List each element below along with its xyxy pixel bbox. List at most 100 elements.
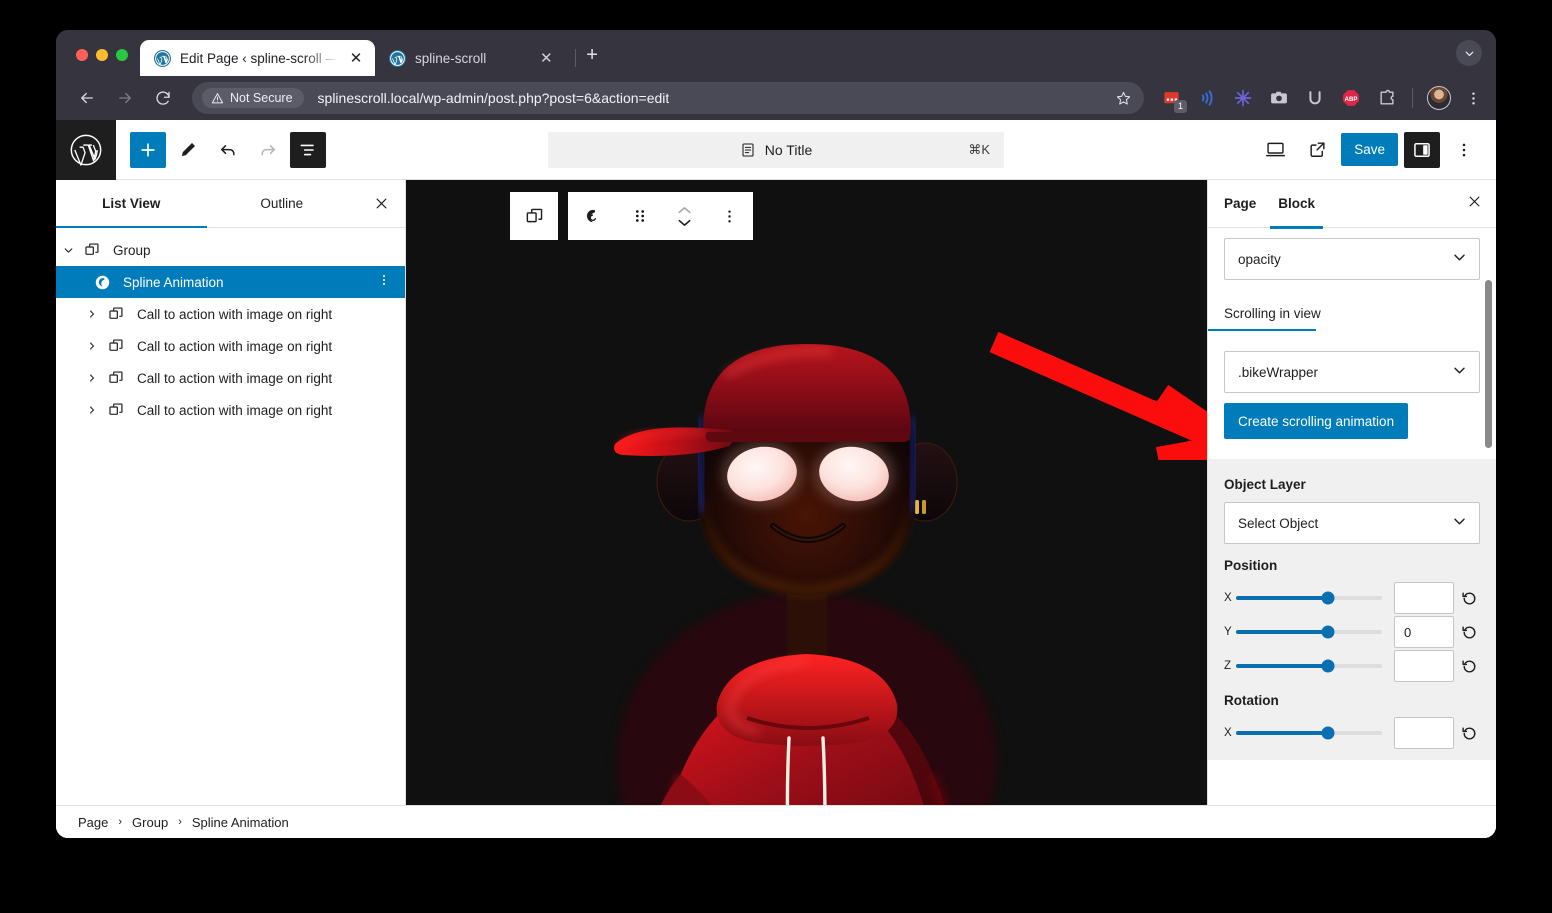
undo-icon[interactable]	[210, 132, 246, 168]
object-select[interactable]: Select Object	[1224, 502, 1480, 544]
list-item[interactable]: Call to action with image on right	[56, 330, 405, 362]
kebab-menu-icon[interactable]	[705, 192, 753, 240]
list-item-spline-animation[interactable]: Spline Animation	[56, 266, 405, 298]
spline-3d-character[interactable]	[406, 180, 1207, 838]
wordpress-logo[interactable]	[56, 119, 116, 180]
reset-icon[interactable]	[1454, 658, 1484, 675]
position-x-input[interactable]	[1394, 582, 1454, 614]
create-scrolling-animation-button[interactable]: Create scrolling animation	[1224, 403, 1409, 439]
list-item[interactable]: Call to action with image on right	[56, 394, 405, 426]
list-item[interactable]: Call to action with image on right	[56, 298, 405, 330]
tab-list-view[interactable]: List View	[56, 180, 207, 228]
editor-header: No Title ⌘K Save	[56, 119, 1496, 180]
wordpress-icon	[389, 49, 406, 67]
red-extension-icon[interactable]: 1	[1160, 87, 1187, 113]
position-z-input[interactable]	[1394, 650, 1454, 682]
breadcrumb-item-page[interactable]: Page	[78, 815, 108, 830]
svg-text:ABP: ABP	[1345, 96, 1358, 103]
list-item-label: Call to action with image on right	[137, 306, 333, 322]
reset-icon[interactable]	[1454, 624, 1484, 641]
position-title: Position	[1224, 558, 1278, 573]
drag-handle-icon[interactable]	[616, 192, 664, 240]
minimize-window-button[interactable]	[96, 49, 108, 61]
reset-icon[interactable]	[1454, 590, 1484, 607]
tab-outline[interactable]: Outline	[207, 180, 358, 227]
signal-extension-icon[interactable]	[1196, 87, 1218, 109]
rotation-x-slider[interactable]	[1236, 726, 1382, 740]
reload-button[interactable]	[148, 83, 178, 113]
reset-icon[interactable]	[1454, 725, 1484, 742]
document-title-bar[interactable]: No Title ⌘K	[548, 132, 1004, 168]
select-parent-group-icon[interactable]	[510, 192, 558, 240]
breadcrumb: Page › Group › Spline Animation	[56, 805, 1496, 838]
group-block-icon	[104, 370, 128, 386]
security-status-badge[interactable]: Not Secure	[202, 88, 304, 108]
chevron-up-icon[interactable]	[677, 206, 692, 215]
close-tab-button[interactable]: ✕	[347, 49, 365, 67]
settings-sidebar-icon[interactable]	[1404, 131, 1440, 168]
target-select[interactable]: .bikeWrapper	[1224, 351, 1480, 393]
save-button[interactable]: Save	[1341, 133, 1398, 166]
settings-scrollbar[interactable]	[1485, 280, 1492, 448]
list-item[interactable]: Group	[56, 234, 405, 266]
chevron-down-icon[interactable]	[56, 245, 80, 256]
avatar[interactable]	[1427, 86, 1451, 110]
puzzle-extensions-icon[interactable]	[1376, 87, 1398, 109]
url-omnibox[interactable]: Not Secure splinescroll.local/wp-admin/p…	[192, 82, 1144, 114]
editor-left-toolbar	[116, 131, 326, 168]
camera-extension-icon[interactable]	[1268, 87, 1290, 109]
move-block-stepper[interactable]	[664, 192, 704, 240]
group-block-icon	[80, 242, 104, 258]
position-z-row: Z	[1208, 649, 1496, 683]
close-list-view-button[interactable]	[357, 180, 405, 227]
kebab-menu-icon[interactable]	[1465, 90, 1482, 107]
kebab-menu-icon[interactable]	[377, 273, 397, 291]
asterisk-extension-icon[interactable]	[1232, 87, 1254, 109]
desktop-preview-icon[interactable]	[1257, 132, 1293, 168]
forward-button[interactable]	[110, 83, 140, 113]
settings-scroll-area[interactable]: opacity Scrolling in view .bikeWrapper C…	[1208, 228, 1496, 838]
back-button[interactable]	[72, 83, 102, 113]
chevron-right-icon[interactable]	[80, 405, 104, 415]
maximize-window-button[interactable]	[116, 49, 128, 61]
breadcrumb-item-group[interactable]: Group	[132, 815, 168, 830]
property-select[interactable]: opacity	[1224, 238, 1480, 280]
settings-tabs: Page Block	[1208, 180, 1496, 229]
tab-page[interactable]: Page	[1224, 180, 1256, 228]
browser-tab-strip: Edit Page ‹ spline-scroll — Wo ✕ spline-…	[56, 30, 1496, 76]
browser-tab-1[interactable]: spline-scroll ✕	[375, 40, 565, 76]
star-icon[interactable]	[1105, 90, 1132, 107]
axis-label: X	[1224, 592, 1232, 604]
chevron-right-icon[interactable]	[80, 373, 104, 383]
chevron-right-icon[interactable]	[80, 341, 104, 351]
tab-block[interactable]: Block	[1270, 180, 1323, 229]
abp-extension-icon[interactable]: ABP	[1340, 87, 1362, 109]
redo-icon[interactable]	[250, 132, 286, 168]
external-link-icon[interactable]	[1299, 132, 1335, 168]
position-y-input[interactable]: 0	[1394, 616, 1454, 648]
position-z-slider[interactable]	[1236, 659, 1382, 673]
editor-canvas[interactable]	[406, 180, 1207, 838]
spline-block-icon[interactable]	[568, 192, 616, 240]
target-select-field: .bikeWrapper	[1208, 351, 1496, 393]
close-tab-button[interactable]: ✕	[537, 49, 555, 67]
new-tab-button[interactable]: +	[584, 45, 604, 76]
pencil-icon[interactable]	[170, 132, 206, 168]
chevron-down-icon[interactable]	[1456, 40, 1482, 66]
u-extension-icon[interactable]	[1304, 87, 1326, 109]
list-item[interactable]: Call to action with image on right	[56, 362, 405, 394]
chevron-right-icon[interactable]	[80, 309, 104, 319]
position-y-slider[interactable]	[1236, 625, 1382, 639]
list-view-icon[interactable]	[290, 131, 326, 168]
browser-tab-0[interactable]: Edit Page ‹ spline-scroll — Wo ✕	[140, 40, 375, 76]
add-block-icon[interactable]	[130, 131, 166, 168]
breadcrumb-item-spline-animation[interactable]: Spline Animation	[192, 815, 289, 830]
close-settings-button[interactable]	[1467, 194, 1482, 214]
position-x-slider[interactable]	[1236, 591, 1382, 605]
rotation-x-input[interactable]	[1394, 717, 1454, 749]
chevron-down-icon[interactable]	[677, 218, 692, 227]
kebab-menu-icon[interactable]	[1446, 132, 1482, 168]
wordpress-icon	[154, 49, 171, 67]
warning-triangle-icon	[211, 92, 224, 105]
close-window-button[interactable]	[76, 49, 88, 61]
